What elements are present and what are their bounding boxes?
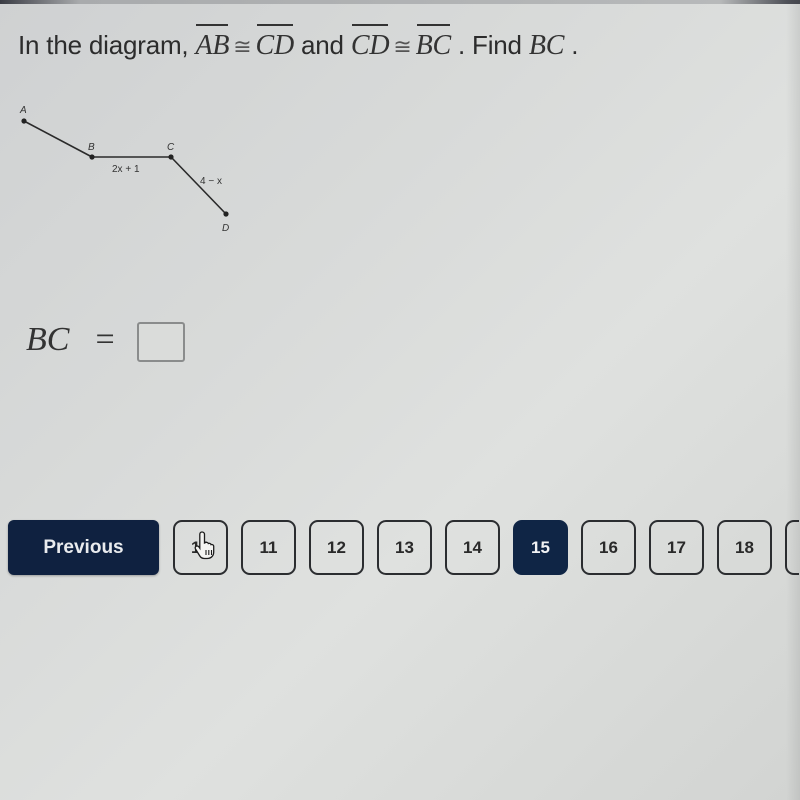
page-button-next-partial[interactable] bbox=[785, 520, 799, 575]
answer-input[interactable] bbox=[136, 322, 185, 362]
question-prefix: In the diagram, bbox=[18, 30, 196, 60]
label-d: D bbox=[222, 223, 229, 234]
page-button-14[interactable]: 14 bbox=[445, 520, 500, 575]
question-and: and bbox=[294, 30, 351, 60]
question-suffix: . bbox=[564, 30, 579, 60]
page-button-10[interactable]: 10 bbox=[173, 520, 228, 575]
label-b: B bbox=[88, 142, 95, 153]
segment-ab: AB bbox=[195, 24, 230, 61]
question-find: . Find bbox=[450, 30, 529, 60]
segment-ab-line bbox=[23, 120, 93, 158]
page-button-17[interactable]: 17 bbox=[649, 520, 704, 575]
label-c: C bbox=[167, 142, 175, 153]
segment-cd: CD bbox=[255, 24, 295, 61]
point-d bbox=[223, 211, 229, 217]
page-button-18[interactable]: 18 bbox=[717, 520, 772, 575]
page-button-13[interactable]: 13 bbox=[377, 520, 432, 575]
screen-top-edge bbox=[0, 0, 800, 4]
equals-sign: = bbox=[95, 321, 115, 358]
previous-button[interactable]: Previous bbox=[8, 520, 159, 575]
segment-bc: BC bbox=[415, 24, 451, 61]
question-navigation: Previous 10 11 12 13 14 15 16 17 18 bbox=[8, 520, 800, 575]
congruent-symbol: ≅ bbox=[233, 35, 252, 60]
point-a bbox=[21, 118, 27, 124]
page-button-11[interactable]: 11 bbox=[241, 520, 296, 575]
find-target: BC bbox=[528, 30, 565, 61]
segment-cd-2: CD bbox=[350, 24, 390, 61]
page-button-15-current[interactable]: 15 bbox=[513, 520, 568, 575]
page-button-16[interactable]: 16 bbox=[581, 520, 636, 575]
page-button-12[interactable]: 12 bbox=[309, 520, 364, 575]
geometry-diagram: A B C D 2x + 1 4 − x bbox=[0, 95, 260, 245]
point-c bbox=[168, 154, 174, 160]
label-bc-length: 2x + 1 bbox=[112, 164, 140, 175]
label-a: A bbox=[19, 105, 27, 116]
answer-row: BC = bbox=[26, 318, 185, 362]
screen-right-edge bbox=[786, 0, 800, 800]
label-cd-length: 4 − x bbox=[200, 176, 222, 187]
point-b bbox=[89, 154, 95, 160]
page-label: 10 bbox=[191, 537, 210, 557]
answer-label: BC bbox=[26, 321, 70, 358]
diagram-svg: A B C D 2x + 1 4 − x bbox=[19, 105, 229, 234]
congruent-symbol-2: ≅ bbox=[393, 35, 412, 60]
question-prompt: In the diagram, AB ≅ CD and CD ≅ BC . Find B… bbox=[18, 24, 579, 62]
